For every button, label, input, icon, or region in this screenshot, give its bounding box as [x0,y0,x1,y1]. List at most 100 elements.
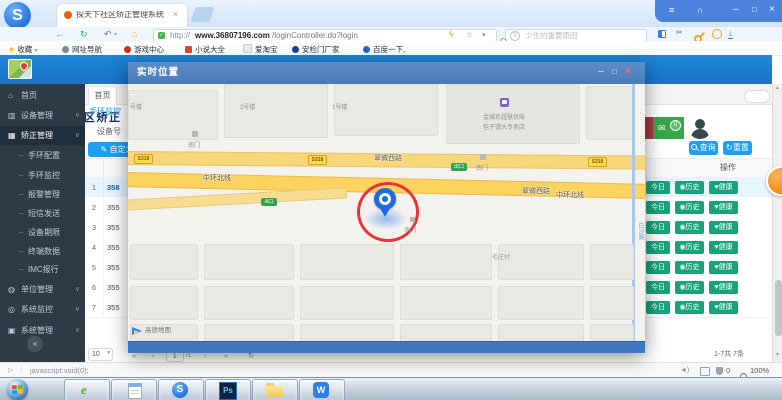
taskbar-item-explorer[interactable] [252,379,298,400]
address-bar[interactable]: ✓ http:// www.36807196.com /loginControl… [153,28,497,42]
sidebar-item-band-monitor[interactable]: – 手环监控 [0,166,85,185]
sidebar-item-sys-manage[interactable]: ▣ 系统管理 ∨ [0,321,85,340]
history-button[interactable]: ◉历史 [675,260,704,274]
search-button[interactable]: 查询 [689,141,718,155]
tab-home[interactable]: 首页 [88,86,117,105]
status-box-icon[interactable] [700,367,710,376]
download-icon[interactable]: ↓ [728,29,733,39]
sidebar-item-correction[interactable]: ▦ 矫正管理 ∨ [0,126,85,145]
address-caret-icon[interactable]: ▾ [482,32,486,39]
refresh-icon[interactable]: ↻ [80,30,88,39]
page-last-button[interactable]: » [224,353,228,360]
reset-button[interactable]: ↻重置 [723,141,752,155]
sidebar-item-sys-monitor[interactable]: ◎ 系统监控 ∨ [0,300,85,319]
health-button[interactable]: ♥健康 [709,260,738,274]
back-icon[interactable]: ← [55,30,64,39]
health-button[interactable]: ♥健康 [709,240,738,254]
sidebar-collapse-button[interactable]: « [27,336,43,352]
sidebar-item-terminal-data[interactable]: – 终端数据 [0,242,85,261]
health-button[interactable]: ♥健康 [709,280,738,294]
modal-maximize-icon[interactable]: □ [612,68,617,76]
taskbar-item-notepad[interactable] [111,379,157,400]
history-button[interactable]: ◉历史 [675,180,704,194]
bookmark-favorites[interactable]: ★ 收藏 ▾ [8,44,37,55]
taskbar-item-browser-green[interactable]: e [64,379,110,400]
health-button[interactable]: ♥健康 [709,220,738,234]
sidebar-item-sms[interactable]: – 短信发送 [0,204,85,223]
health-button[interactable]: ♥健康 [709,200,738,214]
site-safety-icon[interactable]: ✓ [158,31,165,39]
today-button[interactable]: 今日 [646,220,670,234]
page-first-button[interactable]: « [132,353,136,360]
sidebar-item-band-config[interactable]: – 手环配置 [0,146,85,165]
speed-lightning-icon[interactable]: ϟ [449,30,453,39]
bookmark-baidu[interactable]: 百度一下, [363,44,405,55]
status-zoom-level[interactable]: 100% [750,367,769,375]
modal-minimize-icon[interactable]: – [598,67,604,77]
close-button[interactable]: × [769,5,775,15]
start-button[interactable] [7,379,28,400]
skin-hat-icon[interactable]: ∩ [697,6,703,15]
today-button[interactable]: 今日 [646,240,670,254]
health-button[interactable]: ♥健康 [709,180,738,194]
page-reload-button[interactable]: ↻ [248,352,254,360]
sidebar-item-alarm[interactable]: – 报警管理 [0,185,85,204]
today-button[interactable]: 今日 [646,200,670,214]
page-tab-active[interactable]: 手环监控 [89,108,121,116]
sidebar-item-unit[interactable]: ◍ 单位管理 ∨ [0,280,85,299]
history-button[interactable]: ◉历史 [675,300,704,314]
search-box[interactable]: S 少生的重要原因 [500,28,647,45]
sidebar-item-home[interactable]: ⌂ 首页 [0,86,85,105]
scissors-capture-icon[interactable]: ✂ [676,29,683,37]
page-scrollbar[interactable]: ▲ ▼ [772,84,782,362]
page-prev-button[interactable]: ‹ [152,353,154,360]
today-button[interactable]: 今日 [646,280,670,294]
page-size-select[interactable]: 10 ▾ [88,348,113,361]
page-next-button[interactable]: › [204,353,206,360]
map-canvas[interactable]: 号楼 2号楼 1号楼 金城名超慧优味 包子馒头专卖店 南门 S318 S318 … [128,84,645,341]
new-tab-button[interactable] [190,7,215,22]
modal-close-icon[interactable]: × [625,66,631,77]
tab-close-icon[interactable]: × [173,10,178,19]
history-caret-icon[interactable]: ▾ [114,32,117,38]
sidebar-item-device[interactable]: ▥ 设备管理 ∨ [0,106,85,125]
alert-block[interactable] [645,117,653,139]
health-button[interactable]: ♥健康 [709,300,738,314]
browser-tab[interactable]: 探天下社区矫正管理系统 × [57,4,187,27]
bookmark-novels[interactable]: 小说大全 [185,44,225,55]
home-icon[interactable]: ⌂ [132,30,137,39]
history-undo-icon[interactable]: ↶ [104,30,112,39]
bookmark-star-icon[interactable]: ☆ [466,30,473,39]
history-button[interactable]: ◉历史 [675,220,704,234]
history-button[interactable]: ◉历史 [675,200,704,214]
today-button[interactable]: 今日 [646,180,670,194]
status-shield-icon[interactable] [716,367,723,375]
sidebar-item-device-term[interactable]: – 设备期限 [0,223,85,242]
user-avatar[interactable] [688,115,712,139]
browser-menu-icon[interactable]: ≡ [669,6,674,15]
scroll-down-icon[interactable]: ▼ [775,353,780,358]
scrollbar-thumb[interactable] [774,280,782,336]
minimize-button[interactable]: – [733,5,739,15]
status-speaker-icon[interactable]: ◄) [680,367,689,374]
sidebar-item-imc[interactable]: – IMC报行 [0,260,85,279]
bookmark-security[interactable]: 安检门厂家 [292,44,340,55]
history-button[interactable]: ◉历史 [675,240,704,254]
sogou-logo-icon[interactable]: S [4,2,31,29]
proxy-circle-icon[interactable] [712,29,722,39]
modal-header[interactable]: 实时位置 – □ × [128,62,645,84]
bookmark-nav[interactable]: 网址导航 [62,44,102,55]
maximize-button[interactable]: □ [752,6,757,14]
taskbar-item-sogou[interactable]: S [158,379,204,400]
today-button[interactable]: 今日 [646,260,670,274]
sidebar-panel-icon[interactable] [658,30,666,38]
bookmark-taobao[interactable]: 爱淘宝 [243,44,278,55]
mail-button[interactable]: ✉ 0 [653,117,684,139]
tab-scroll-pill[interactable] [744,90,770,103]
scroll-up-icon[interactable]: ▲ [775,86,780,91]
taskbar-item-photoshop[interactable]: Ps [205,379,251,400]
taskbar-item-wps[interactable]: W [299,379,345,400]
user-menu-caret-icon[interactable]: ▾ [752,123,756,130]
history-button[interactable]: ◉历史 [675,280,704,294]
today-button[interactable]: 今日 [646,300,670,314]
